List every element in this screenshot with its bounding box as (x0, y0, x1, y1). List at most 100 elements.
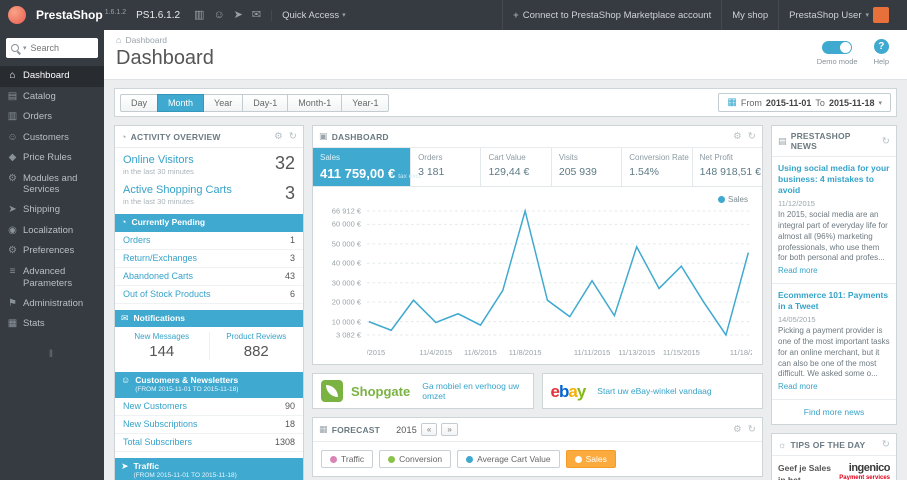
kpi-sales[interactable]: Sales 411 759,00 € tax excl. (313, 148, 422, 186)
forecast-chip-sales[interactable]: Sales (565, 450, 616, 468)
logo-version: 1.6.1.2 (104, 9, 127, 16)
news-headline-link[interactable]: Ecommerce 101: Payments in a Tweet (778, 290, 890, 312)
shopgate-logo-icon (321, 380, 343, 402)
forecast-year-nav: 2015 « » (396, 423, 458, 436)
y-tick-label: 20 000 € (331, 297, 361, 307)
gear-icon[interactable]: ⚙ (733, 131, 742, 142)
forecast-chip-conversion[interactable]: Conversion (379, 450, 452, 468)
ebay-link[interactable]: Start uw eBay-winkel vandaag (597, 386, 711, 396)
customers-row: New Subscriptions 18 (115, 416, 303, 434)
activity-overview-panel: ◔ ACTIVITY OVERVIEW ⚙ ↻ Online Visitors … (114, 125, 304, 480)
sidebar-collapse-button[interactable]: ‖ (0, 349, 104, 360)
mail-icon[interactable]: ✉ (252, 9, 261, 21)
help-button[interactable]: ? (873, 39, 889, 54)
sidebar-item-stats[interactable]: ▦ Stats (0, 314, 104, 335)
prestashop-news-panel: ▤ PRESTASHOP NEWS ↻ Using social media f… (771, 125, 897, 426)
sidebar-item-localization[interactable]: ◉ Localization (0, 221, 104, 242)
caret-down-icon[interactable]: ▾ (23, 44, 27, 52)
sidebar-item-dashboard[interactable]: ⌂ Dashboard (0, 66, 104, 87)
plug-icon: + (513, 9, 519, 21)
sidebar-item-orders[interactable]: ▥ Orders (0, 107, 104, 128)
product-reviews-cell[interactable]: Product Reviews 882 (208, 332, 304, 361)
online-visitors-link[interactable]: Online Visitors (123, 154, 194, 166)
sidebar-item-preferences[interactable]: ⚙ Preferences (0, 241, 104, 262)
kpi-visits[interactable]: Visits 205 939 (552, 148, 623, 186)
sidebar-item-label: Preferences (23, 245, 75, 257)
prestashop-logo[interactable] (8, 6, 26, 24)
total-subscribers-link[interactable]: Total Subscribers (123, 437, 192, 447)
filter-month-button[interactable]: Month (157, 93, 205, 112)
gear-icon[interactable]: ⚙ (733, 424, 742, 435)
cart-icon[interactable]: ▥ (194, 9, 204, 21)
my-shop-link[interactable]: My shop (721, 0, 778, 30)
sidebar-item-modules[interactable]: ⚙ Modules and Services (0, 169, 104, 201)
shopgate-promo[interactable]: Shopgate Ga mobiel en verhoog uw omzet (312, 373, 534, 409)
filter-day-1-button[interactable]: Day-1 (242, 93, 289, 112)
kpi-net-profit[interactable]: Net Profit 148 918,51 € (693, 148, 762, 186)
refresh-icon[interactable]: ↻ (882, 439, 890, 450)
filter-year-button[interactable]: Year (203, 93, 244, 112)
refresh-icon[interactable]: ↻ (748, 424, 756, 435)
x-tick-label: 11/15/2015 (662, 348, 700, 357)
gear-icon[interactable]: ⚙ (274, 131, 283, 142)
x-tick-label: 11/13/2015 (618, 348, 656, 357)
refresh-icon[interactable]: ↻ (882, 136, 890, 147)
abandoned-carts-link[interactable]: Abandoned Carts (123, 271, 193, 281)
demo-mode-toggle[interactable] (822, 41, 853, 54)
launch-icon[interactable]: ➤ (234, 9, 243, 21)
search-input[interactable] (30, 43, 93, 53)
sidebar-item-advanced-parameters[interactable]: ≡ Advanced Parameters (0, 262, 104, 294)
kpi-visits-label: Visits (558, 153, 578, 162)
active-carts-link[interactable]: Active Shopping Carts (123, 184, 232, 196)
kpi-conversion-rate-value: 1.54% (629, 166, 660, 178)
orders-link[interactable]: Orders (123, 235, 151, 245)
sidebar-item-customers[interactable]: ☺ Customers (0, 128, 104, 149)
ebay-promo[interactable]: ebay Start uw eBay-winkel vandaag (541, 373, 763, 409)
sidebar-item-catalog[interactable]: ▤ Catalog (0, 87, 104, 108)
sidebar-item-shipping[interactable]: ➤ Shipping (0, 200, 104, 221)
chart-x-axis: 11/1/2015 11/4/2015 11/6/2015 11/8/2015 11/1… (367, 347, 752, 360)
refresh-icon[interactable]: ↻ (289, 131, 297, 142)
filter-year-1-button[interactable]: Year-1 (341, 93, 390, 112)
kpi-orders[interactable]: Orders 3 181 (411, 148, 482, 186)
next-year-button[interactable]: » (441, 423, 458, 436)
customers-icon[interactable]: ☺ (213, 9, 224, 21)
product-reviews-count: 882 (243, 343, 269, 361)
date-range-picker[interactable]: ▦ From 2015-11-01 To 2015-11-18 ▾ (718, 93, 891, 112)
kpi-cart-value[interactable]: Cart Value 129,44 € (481, 148, 552, 186)
quick-access-menu[interactable]: Quick Access ▾ (271, 9, 346, 21)
sidebar-item-label: Shipping (23, 204, 60, 216)
kpi-sales-label: Sales (320, 153, 341, 162)
refresh-icon[interactable]: ↻ (748, 131, 756, 142)
user-menu[interactable]: PrestaShop User ▾ (778, 0, 899, 30)
read-more-link[interactable]: Read more (778, 382, 818, 391)
new-subscriptions-link[interactable]: New Subscriptions (123, 419, 198, 429)
activity-overview-title: ACTIVITY OVERVIEW (130, 131, 221, 142)
home-icon: ⌂ (9, 70, 16, 81)
previous-year-button[interactable]: « (420, 423, 438, 436)
filter-day-button[interactable]: Day (120, 93, 159, 112)
globe-icon: ◉ (8, 224, 17, 236)
kpi-conversion-rate[interactable]: Conversion Rate 1.54% (622, 148, 693, 186)
sidebar-item-label: Advanced Parameters (23, 265, 73, 289)
from-date: 2015-11-01 (765, 97, 812, 108)
marketplace-link[interactable]: + Connect to PrestaShop Marketplace acco… (502, 0, 721, 30)
out-of-stock-link[interactable]: Out of Stock Products (123, 289, 211, 299)
y-tick-label: 30 000 € (331, 278, 361, 288)
new-messages-cell[interactable]: New Messages 144 (115, 332, 209, 360)
find-more-news-link[interactable]: Find more news (772, 400, 896, 424)
sidebar-item-administration[interactable]: ⚑ Administration (0, 294, 104, 315)
new-customers-link[interactable]: New Customers (123, 401, 187, 411)
help-control: ? Help (874, 39, 889, 66)
sidebar-search[interactable]: ▾ (6, 38, 98, 58)
returns-link[interactable]: Return/Exchanges (123, 253, 197, 263)
shopgate-link[interactable]: Ga mobiel en verhoog uw omzet (422, 381, 524, 401)
sidebar-item-price-rules[interactable]: ◆ Price Rules (0, 148, 104, 169)
news-headline-link[interactable]: Using social media for your business: 4 … (778, 163, 890, 196)
read-more-link[interactable]: Read more (778, 266, 818, 275)
shop-name-link[interactable]: PS1.6.1.2 (136, 10, 180, 21)
forecast-chip-traffic[interactable]: Traffic (321, 450, 374, 468)
filter-month-1-button[interactable]: Month-1 (287, 93, 343, 112)
forecast-chip-average-cart-value[interactable]: Average Cart Value (457, 450, 560, 468)
kpi-conversion-rate-label: Conversion Rate (629, 153, 689, 162)
